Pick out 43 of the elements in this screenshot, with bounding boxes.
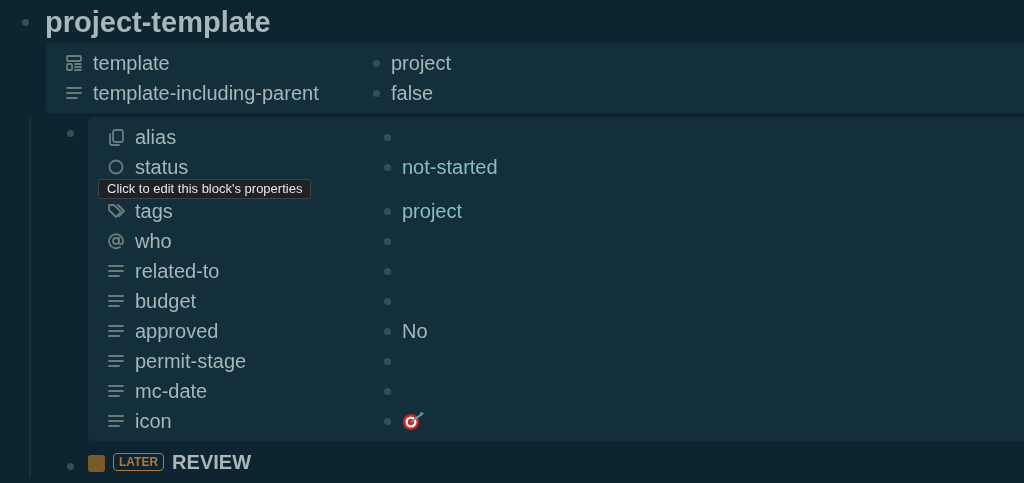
bullet-dot — [384, 133, 391, 141]
copy-icon — [107, 128, 125, 147]
bullet-dot — [384, 207, 391, 215]
bullet-dot — [22, 19, 29, 27]
bullet-dot — [384, 327, 391, 335]
circle-icon — [107, 158, 125, 177]
bullet-dot — [384, 297, 391, 305]
tag-icon — [107, 202, 125, 221]
property-key: approved — [135, 320, 219, 343]
bullet-dot — [67, 130, 74, 138]
tooltip: Click to edit this block's properties — [98, 179, 312, 200]
bullet-dot — [373, 59, 380, 67]
page-link[interactable]: not-started — [402, 152, 498, 183]
property-key: template-including-parent — [93, 82, 319, 105]
block-text: REVIEW — [172, 450, 251, 476]
property-key: related-to — [135, 260, 220, 283]
property-value: No — [402, 319, 428, 345]
page-title: project-template — [45, 6, 271, 40]
property-key: who — [135, 230, 172, 253]
target-icon — [402, 411, 426, 432]
property-key: template — [93, 52, 170, 75]
page-link[interactable]: project — [402, 196, 463, 227]
checkbox[interactable] — [88, 455, 105, 473]
bullet-dot — [384, 237, 391, 245]
bullet-dot — [384, 387, 391, 395]
bullet-dot — [384, 357, 391, 365]
bullet-dot — [67, 463, 74, 471]
bullet-dot — [373, 89, 380, 97]
property-key: status — [135, 156, 189, 179]
property-key: budget — [135, 290, 197, 313]
property-key: tags — [135, 200, 173, 223]
layout-icon — [65, 54, 83, 73]
marker-tag: LATER — [113, 453, 165, 472]
bullet-dot — [384, 417, 391, 425]
bullet-dot — [384, 267, 391, 275]
bullet-dot — [384, 163, 391, 171]
property-key: mc-date — [135, 380, 208, 403]
property-key: icon — [135, 410, 172, 433]
at-sign-icon — [107, 232, 125, 251]
property-key: alias — [135, 126, 177, 149]
property-value: false — [391, 81, 434, 107]
property-key: permit-stage — [135, 350, 247, 373]
property-value: project — [391, 51, 452, 77]
